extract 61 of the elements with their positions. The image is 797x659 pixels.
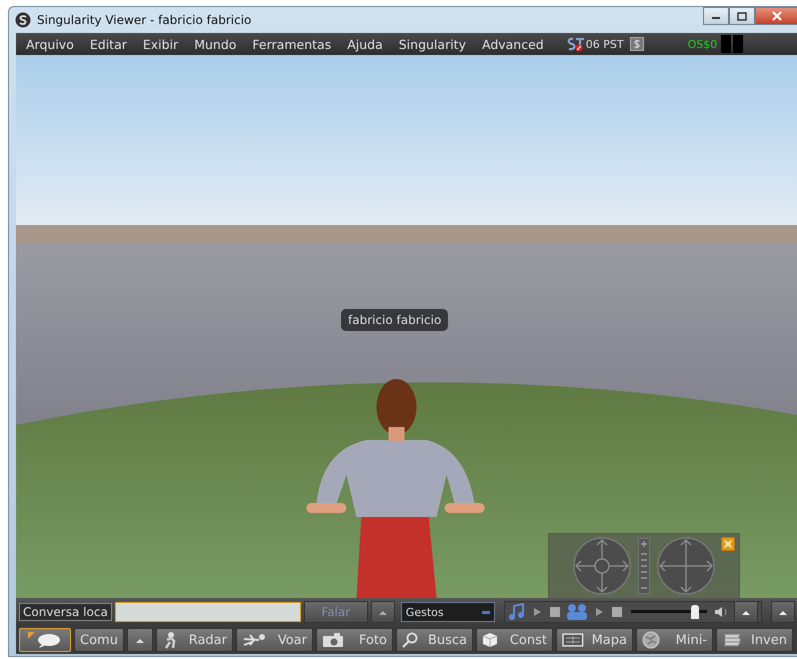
music-icon[interactable] — [508, 603, 526, 621]
toolbar-button[interactable]: Busca — [396, 628, 473, 652]
close-button[interactable] — [755, 7, 797, 25]
drawers-icon — [722, 632, 743, 648]
flying-figure-icon — [242, 633, 268, 647]
close-icon[interactable] — [721, 537, 735, 551]
slider-thumb[interactable] — [691, 605, 700, 619]
caret-button[interactable] — [370, 601, 395, 623]
toolbar-button[interactable]: Voar — [236, 628, 313, 652]
map-icon — [562, 633, 584, 647]
toolbar-button[interactable]: Radar — [156, 628, 233, 652]
caret-button[interactable] — [734, 601, 758, 623]
indicator-block — [733, 35, 744, 53]
menu-item[interactable]: Arquivo — [20, 36, 82, 52]
menu-item[interactable]: Ajuda — [339, 36, 391, 52]
logo-icon — [15, 12, 31, 28]
toolbar-button[interactable]: Mini- — [636, 628, 713, 652]
zoom-slider-icon[interactable] — [638, 538, 650, 594]
clock-time: 06 PST — [586, 38, 624, 50]
stop-icon[interactable] — [548, 605, 562, 619]
caret-icon — [378, 610, 387, 614]
people-icon[interactable] — [566, 603, 588, 621]
gestures-dropdown[interactable]: Gestos — [400, 602, 495, 622]
menu-item[interactable]: Advanced — [474, 36, 552, 52]
search-icon — [402, 632, 418, 648]
toolbar-button[interactable]: Foto — [316, 628, 393, 652]
chat-channel-button[interactable]: Conversa loca — [19, 603, 112, 621]
avatar-name-tag: fabricio fabricio — [341, 309, 448, 331]
move-pad-icon[interactable] — [572, 536, 632, 596]
menu-item[interactable]: Mundo — [186, 36, 244, 52]
menu-item[interactable]: Editar — [82, 36, 135, 52]
caret-button[interactable] — [770, 601, 795, 623]
cube-icon — [482, 632, 498, 648]
indicator-block — [721, 35, 732, 53]
caret-icon — [742, 610, 750, 614]
person-icon — [162, 631, 178, 649]
maximize-button[interactable] — [729, 7, 755, 25]
balance-text: OS$0 — [688, 38, 718, 50]
maximize-icon — [737, 12, 747, 20]
speech-bubble-icon — [28, 632, 62, 648]
caret-button[interactable] — [127, 628, 153, 652]
currency-icon[interactable] — [630, 37, 644, 51]
close-icon — [771, 11, 783, 21]
menu-item[interactable]: Singularity — [390, 36, 474, 52]
chat-button[interactable] — [19, 628, 71, 652]
dropdown-value: Gestos — [406, 606, 444, 618]
toolbar-button[interactable]: Const — [476, 628, 553, 652]
globe-icon — [642, 631, 660, 649]
camera-pad-icon[interactable] — [656, 536, 716, 596]
menu-item[interactable]: Exibir — [134, 36, 186, 52]
stop-icon[interactable] — [610, 605, 624, 619]
toolbar-button[interactable]: Comu — [74, 628, 124, 652]
chat-input-field[interactable] — [114, 602, 301, 622]
camera-icon — [322, 632, 344, 648]
window-title: Singularity Viewer - fabricio fabricio — [37, 13, 252, 27]
caret-icon — [778, 610, 787, 614]
toolbar-button[interactable]: Inven — [716, 628, 793, 652]
caret-icon — [136, 638, 144, 642]
menu-item[interactable]: Ferramentas — [244, 36, 340, 52]
minimize-button[interactable] — [703, 7, 729, 25]
toolbar-button[interactable]: Mapa — [556, 628, 633, 652]
